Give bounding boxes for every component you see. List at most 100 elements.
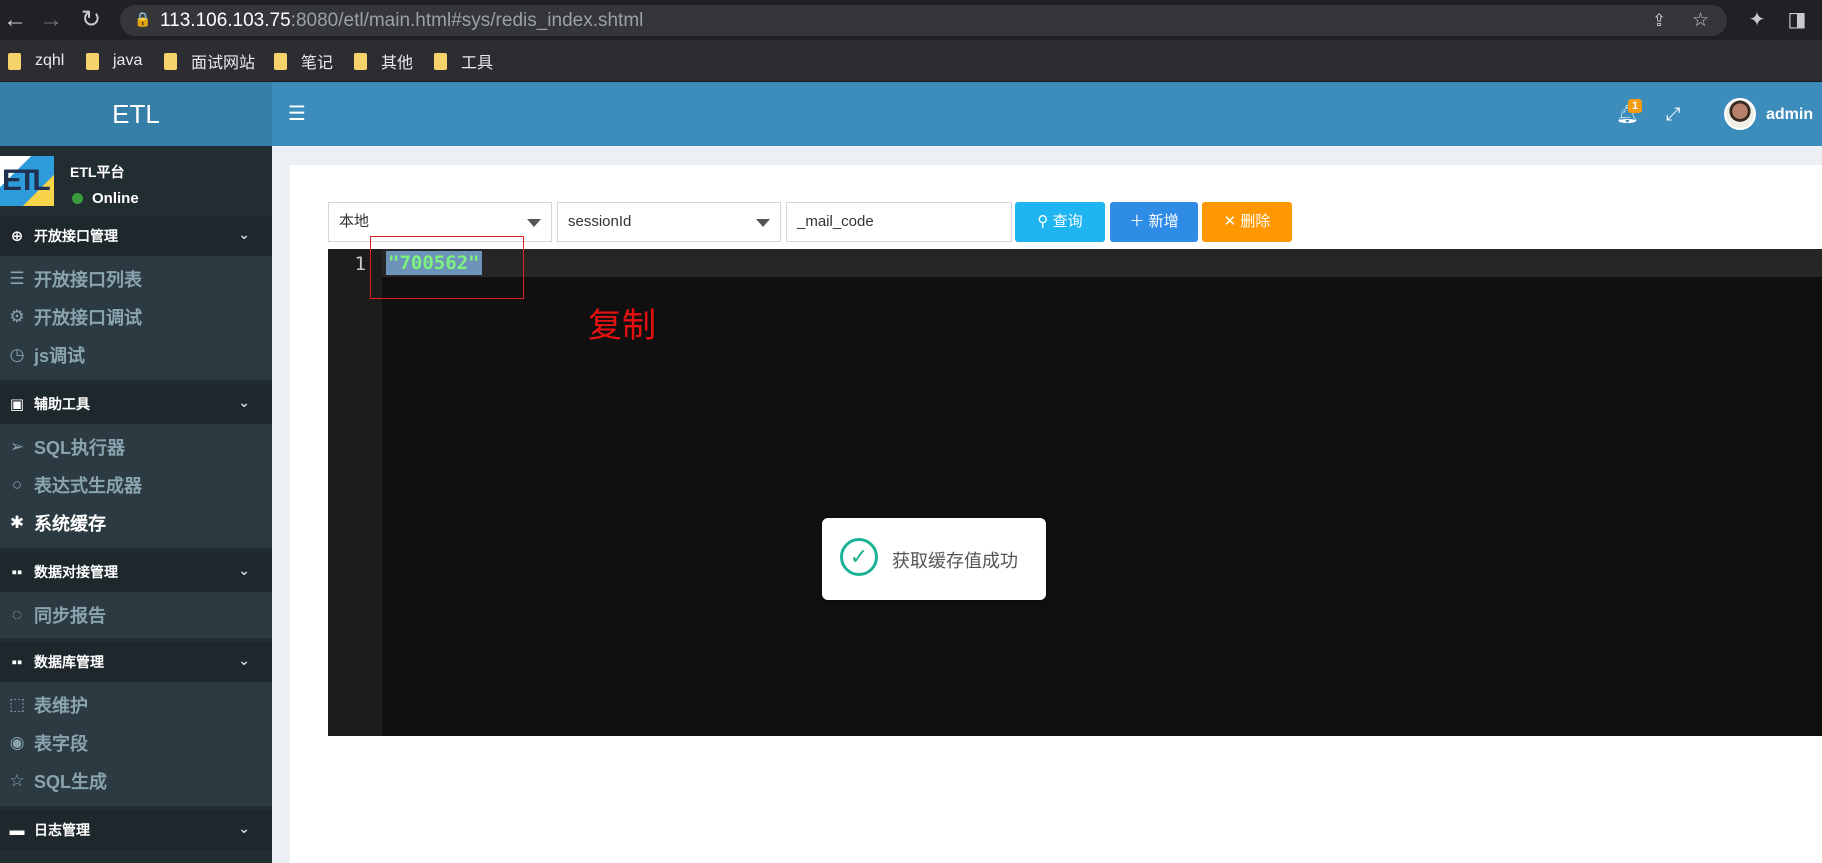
avatar[interactable] <box>1724 98 1756 130</box>
folder-icon <box>354 52 367 70</box>
chevron-down-icon: ⌄ <box>238 394 250 410</box>
sidebar-item-table-fields[interactable]: ◉ 表字段 <box>0 724 272 762</box>
caret-down-icon <box>527 219 541 227</box>
eye-icon: ◉ <box>9 733 25 752</box>
bookmark-label: 笔记 <box>301 55 334 72</box>
bookmark-label: 其他 <box>381 55 414 72</box>
bookmark-folder[interactable]: java <box>86 40 142 82</box>
globe-icon: ⊕ <box>10 228 24 245</box>
sidebar-item-sql-generator[interactable]: ☆ SQL生成 <box>0 762 272 800</box>
vr-icon: ▪▪ <box>11 563 23 581</box>
chevron-down-icon: ⌄ <box>238 562 250 578</box>
sidebar-section-database[interactable]: ▪▪ 数据库管理 ⌄ <box>0 642 272 682</box>
sidebar-section-open-api[interactable]: ⊕ 开放接口管理 ⌄ <box>0 216 272 256</box>
key-input[interactable]: _mail_code <box>786 202 1012 242</box>
bookmark-label: 工具 <box>461 55 494 72</box>
editor-gutter <box>328 249 382 736</box>
sidebar-submenu: ◌ 同步报告 <box>0 592 272 638</box>
app-logo[interactable]: ETL <box>0 82 272 146</box>
url-host: 113.106.103.75 <box>160 10 291 31</box>
side-panel-icon[interactable]: ◨ <box>1784 0 1810 40</box>
bookmark-folder[interactable]: 面试网站 <box>164 40 255 82</box>
bookmark-label: zqhl <box>35 52 65 69</box>
star-icon: ☆ <box>9 771 25 790</box>
extensions-icon[interactable]: ✦ <box>1744 0 1770 40</box>
notification-count: 1 <box>1628 99 1643 113</box>
sidebar-item-js-debug[interactable]: ◷ js调试 <box>0 336 272 374</box>
delete-button[interactable]: ✕ 删除 <box>1202 202 1292 242</box>
url-text: 113.106.103.75:8080/etl/main.html#sys/re… <box>160 5 643 36</box>
section-label: 数据对接管理 <box>34 564 118 580</box>
folder-icon <box>86 52 99 70</box>
active-line <box>382 249 1822 277</box>
share-icon[interactable]: ⇪ <box>1652 5 1666 36</box>
money-icon: ▣ <box>9 396 25 413</box>
sidebar-item-system-cache[interactable]: ✱ 系统缓存 <box>0 504 272 542</box>
add-button[interactable]: ＋ 新增 <box>1110 202 1198 242</box>
item-label: SQL执行器 <box>34 438 126 458</box>
bookmark-folder[interactable]: 笔记 <box>274 40 333 82</box>
sidebar-submenu: ⬚ 表维护 ◉ 表字段 ☆ SQL生成 <box>0 682 272 806</box>
chevron-down-icon: ⌄ <box>238 820 250 836</box>
item-label: 开放接口调试 <box>34 308 142 328</box>
item-label: 表字段 <box>34 734 88 754</box>
sidebar-item-open-api-list[interactable]: ☰ 开放接口列表 <box>0 260 272 298</box>
sidebar-item-open-api-debug[interactable]: ⚙ 开放接口调试 <box>0 298 272 336</box>
annotation-text: 复制 <box>588 307 656 345</box>
chevron-down-icon: ⌄ <box>238 652 250 668</box>
bookmark-folder[interactable]: 其他 <box>354 40 413 82</box>
fullscreen-icon[interactable]: ⤢ <box>1666 82 1680 146</box>
delete-label: 删除 <box>1240 213 1271 230</box>
section-label: 数据库管理 <box>34 654 104 670</box>
bookmark-folder[interactable]: zqhl <box>8 40 64 82</box>
code-editor[interactable]: 1 "700562" <box>328 249 1822 736</box>
bookmark-folder[interactable]: 工具 <box>434 40 493 82</box>
vr-icon: ▪▪ <box>11 653 23 671</box>
item-label: 系统缓存 <box>34 514 106 534</box>
lock-icon: 🔒 <box>134 11 152 27</box>
add-label: 新增 <box>1148 213 1179 230</box>
sidebar-section-tools[interactable]: ▣ 辅助工具 ⌄ <box>0 384 272 424</box>
key-type-select[interactable]: sessionId <box>557 202 781 242</box>
sidebar-item-expression-builder[interactable]: ○ 表达式生成器 <box>0 466 272 504</box>
close-icon: ✕ <box>1223 213 1237 230</box>
asterisk-icon: ✱ <box>9 513 25 532</box>
user-name[interactable]: admin <box>1766 106 1813 124</box>
clock-icon: ◷ <box>9 345 25 364</box>
key-type-value: sessionId <box>568 213 632 230</box>
circle-icon: ○ <box>11 475 23 494</box>
online-status-icon <box>72 193 83 204</box>
comment-icon: ◌ <box>11 605 23 624</box>
back-icon[interactable]: ← <box>0 0 30 40</box>
bug-icon: ⚙ <box>9 307 25 326</box>
bookmark-star-icon[interactable]: ☆ <box>1692 5 1709 36</box>
chevron-down-icon: ⌄ <box>238 226 250 242</box>
browser-toolbar: ← → ↻ 🔒 113.106.103.75:8080/etl/main.htm… <box>0 0 1822 40</box>
plus-icon: ＋ <box>1129 213 1145 230</box>
list-icon: ☰ <box>9 269 25 288</box>
sidebar-section-logs[interactable]: ▬ 日志管理 ⌄ <box>0 810 272 850</box>
user-panel: ETL ETL平台 Online <box>0 146 272 216</box>
url-path: :8080/etl/main.html#sys/redis_index.shtm… <box>290 10 644 31</box>
bell-icon[interactable]: 🔔︎ <box>1616 82 1639 146</box>
sidebar-section-data-integration[interactable]: ▪▪ 数据对接管理 ⌄ <box>0 552 272 592</box>
object-group-icon: ⬚ <box>8 695 26 714</box>
sidebar-item-sync-report[interactable]: ◌ 同步报告 <box>0 596 272 634</box>
toast-message: ✓ 获取缓存值成功 <box>822 518 1046 600</box>
query-button[interactable]: ⚲ 查询 <box>1015 202 1105 242</box>
query-label: 查询 <box>1052 213 1083 230</box>
caret-down-icon <box>756 219 770 227</box>
section-label: 辅助工具 <box>34 396 90 412</box>
address-bar[interactable]: 🔒 113.106.103.75:8080/etl/main.html#sys/… <box>120 5 1727 36</box>
toast-text: 获取缓存值成功 <box>892 551 1018 571</box>
folder-icon <box>8 52 21 70</box>
top-navbar: ☰ 🔔︎ 1 ⤢ admin <box>272 82 1822 146</box>
sidebar: ETL ETL平台 Online ⊕ 开放接口管理 ⌄ ☰ 开放接口列表 ⚙ 开放接… <box>0 146 272 863</box>
item-label: 表维护 <box>34 696 88 716</box>
sidebar-toggle-icon[interactable]: ☰ <box>288 82 306 146</box>
sidebar-item-table-maintenance[interactable]: ⬚ 表维护 <box>0 686 272 724</box>
key-input-value: _mail_code <box>797 213 874 230</box>
forward-icon[interactable]: → <box>36 0 66 40</box>
reload-icon[interactable]: ↻ <box>76 0 106 40</box>
sidebar-item-sql-executor[interactable]: ➢ SQL执行器 <box>0 428 272 466</box>
